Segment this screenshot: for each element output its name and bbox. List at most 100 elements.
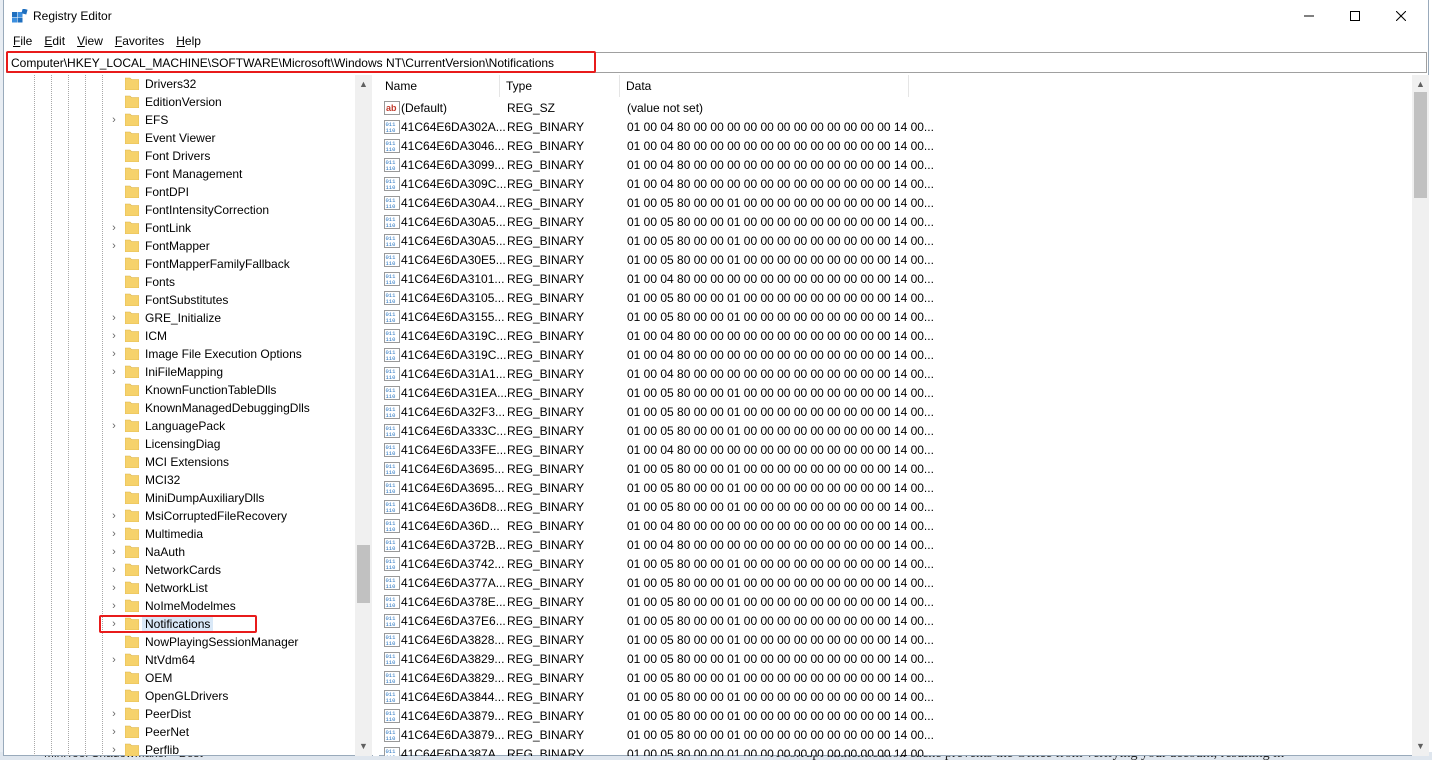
tree-item[interactable]: KnownFunctionTableDlls [4, 381, 354, 399]
tree-item[interactable]: FontMapperFamilyFallback [4, 255, 354, 273]
tree-item[interactable]: › NtVdm64 [4, 651, 354, 669]
chevron-right-icon[interactable]: › [108, 312, 120, 324]
chevron-right-icon[interactable]: › [108, 582, 120, 594]
value-row[interactable]: 011 110 41C64E6DA3105... REG_BINARY 01 00 05… [379, 289, 1409, 308]
chevron-right-icon[interactable]: › [108, 528, 120, 540]
tree-item[interactable]: › FontLink [4, 219, 354, 237]
column-data[interactable]: Data [620, 75, 909, 97]
value-row[interactable]: 011 110 41C64E6DA36D8... REG_BINARY 01 00 05… [379, 498, 1409, 517]
chevron-right-icon[interactable]: › [108, 564, 120, 576]
tree-item[interactable]: KnownManagedDebuggingDlls [4, 399, 354, 417]
menu-view[interactable]: View [72, 32, 110, 52]
tree-scroll-thumb[interactable] [357, 545, 370, 603]
value-row[interactable]: 011 110 41C64E6DA3829... REG_BINARY 01 00 05… [379, 669, 1409, 688]
menu-edit[interactable]: Edit [39, 32, 72, 52]
tree-item[interactable]: Font Drivers [4, 147, 354, 165]
tree-item[interactable]: EditionVersion [4, 93, 354, 111]
minimize-button[interactable] [1286, 0, 1332, 32]
chevron-right-icon[interactable]: › [108, 330, 120, 342]
chevron-right-icon[interactable]: › [108, 618, 120, 630]
chevron-right-icon[interactable]: › [108, 510, 120, 522]
menu-favorites[interactable]: Favorites [110, 32, 171, 52]
tree-item[interactable]: FontDPI [4, 183, 354, 201]
tree-item[interactable]: › NetworkCards [4, 561, 354, 579]
title-bar[interactable]: Registry Editor [4, 0, 1428, 32]
chevron-right-icon[interactable]: › [108, 114, 120, 126]
chevron-right-icon[interactable]: › [108, 366, 120, 378]
value-row[interactable]: 011 110 41C64E6DA3828... REG_BINARY 01 00 05… [379, 631, 1409, 650]
tree-item[interactable]: › EFS [4, 111, 354, 129]
value-row[interactable]: 011 110 41C64E6DA30A5... REG_BINARY 01 00 05… [379, 213, 1409, 232]
value-row[interactable]: 011 110 41C64E6DA33FE... REG_BINARY 01 00 04… [379, 441, 1409, 460]
value-row[interactable]: 011 110 41C64E6DA36D... REG_BINARY 01 00 04 … [379, 517, 1409, 536]
tree-item[interactable]: Fonts [4, 273, 354, 291]
chevron-right-icon[interactable]: › [108, 600, 120, 612]
value-row[interactable]: 011 110 41C64E6DA309C... REG_BINARY 01 00 04… [379, 175, 1409, 194]
value-row[interactable]: 011 110 41C64E6DA3155... REG_BINARY 01 00 05… [379, 308, 1409, 327]
value-row[interactable]: 011 110 41C64E6DA3829... REG_BINARY 01 00 05… [379, 650, 1409, 669]
scroll-down-arrow-icon[interactable]: ▼ [1412, 737, 1429, 754]
tree-item[interactable]: MiniDumpAuxiliaryDlls [4, 489, 354, 507]
address-bar[interactable]: Computer\HKEY_LOCAL_MACHINE\SOFTWARE\Mic… [6, 52, 1427, 73]
tree-item[interactable]: FontSubstitutes [4, 291, 354, 309]
value-row[interactable]: 011 110 41C64E6DA333C... REG_BINARY 01 00 05… [379, 422, 1409, 441]
maximize-button[interactable] [1332, 0, 1378, 32]
value-row[interactable]: 011 110 41C64E6DA3695... REG_BINARY 01 00 05… [379, 479, 1409, 498]
value-row[interactable]: 011 110 41C64E6DA31EA... REG_BINARY 01 00 05… [379, 384, 1409, 403]
scroll-up-arrow-icon[interactable]: ▲ [1412, 75, 1429, 92]
list-scrollbar[interactable]: ▲ ▼ [1412, 75, 1429, 756]
close-button[interactable] [1378, 0, 1424, 32]
value-row[interactable]: 011 110 41C64E6DA378E... REG_BINARY 01 00 05… [379, 593, 1409, 612]
value-row[interactable]: 011 110 41C64E6DA3101... REG_BINARY 01 00 04… [379, 270, 1409, 289]
list-scroll-thumb[interactable] [1414, 92, 1427, 198]
chevron-right-icon[interactable]: › [108, 240, 120, 252]
value-row[interactable]: 011 110 41C64E6DA3695... REG_BINARY 01 00 05… [379, 460, 1409, 479]
value-row[interactable]: 011 110 41C64E6DA32F3... REG_BINARY 01 00 05… [379, 403, 1409, 422]
value-row[interactable]: 011 110 41C64E6DA31A1... REG_BINARY 01 00 04… [379, 365, 1409, 384]
tree-item[interactable]: OpenGLDrivers [4, 687, 354, 705]
tree-item[interactable]: LicensingDiag [4, 435, 354, 453]
tree-item[interactable]: › ICM [4, 327, 354, 345]
chevron-right-icon[interactable]: › [108, 654, 120, 666]
tree-item[interactable]: MCI32 [4, 471, 354, 489]
value-row[interactable]: 011 110 41C64E6DA30E5... REG_BINARY 01 00 05… [379, 251, 1409, 270]
value-row[interactable]: 011 110 41C64E6DA319C... REG_BINARY 01 00 04… [379, 346, 1409, 365]
chevron-right-icon[interactable]: › [108, 708, 120, 720]
chevron-right-icon[interactable]: › [108, 348, 120, 360]
value-row[interactable]: 011 110 41C64E6DA3844... REG_BINARY 01 00 05… [379, 688, 1409, 707]
chevron-right-icon[interactable]: › [108, 726, 120, 738]
value-row[interactable]: ab (Default) REG_SZ (value not set) [379, 99, 1409, 118]
tree-item[interactable]: › PeerNet [4, 723, 354, 741]
tree-item[interactable]: MCI Extensions [4, 453, 354, 471]
tree-item[interactable]: › Image File Execution Options [4, 345, 354, 363]
value-row[interactable]: 011 110 41C64E6DA3742... REG_BINARY 01 00 05… [379, 555, 1409, 574]
chevron-right-icon[interactable]: › [108, 222, 120, 234]
column-type[interactable]: Type [500, 75, 620, 97]
tree-item[interactable]: OEM [4, 669, 354, 687]
tree-item[interactable]: › NoImeModelmes [4, 597, 354, 615]
value-row[interactable]: 011 110 41C64E6DA30A5... REG_BINARY 01 00 05… [379, 232, 1409, 251]
value-row[interactable]: 01111041C64E6DA387A...REG_BINARY 01 00 05… [379, 745, 1409, 756]
tree-item[interactable]: › IniFileMapping [4, 363, 354, 381]
tree-item[interactable]: Font Management [4, 165, 354, 183]
value-row[interactable]: 011 110 41C64E6DA3046... REG_BINARY 01 00 04… [379, 137, 1409, 156]
value-row[interactable]: 011 110 41C64E6DA3879... REG_BINARY 01 00 05… [379, 726, 1409, 745]
tree-item[interactable]: Drivers32 [4, 75, 354, 93]
tree-item[interactable]: › NetworkList [4, 579, 354, 597]
tree-item[interactable]: FontIntensityCorrection [4, 201, 354, 219]
address-path[interactable]: Computer\HKEY_LOCAL_MACHINE\SOFTWARE\Mic… [11, 56, 554, 70]
scroll-down-arrow-icon[interactable]: ▼ [355, 737, 372, 754]
column-name[interactable]: Name [379, 75, 500, 97]
chevron-right-icon[interactable]: › [108, 744, 120, 756]
chevron-right-icon[interactable]: › [108, 546, 120, 558]
tree-item[interactable]: › Perflib [4, 741, 354, 756]
chevron-right-icon[interactable]: › [108, 420, 120, 432]
scroll-up-arrow-icon[interactable]: ▲ [355, 75, 372, 92]
tree-item[interactable]: › MsiCorruptedFileRecovery [4, 507, 354, 525]
tree-item[interactable]: › FontMapper [4, 237, 354, 255]
tree-item[interactable]: › NaAuth [4, 543, 354, 561]
value-row[interactable]: 011 110 41C64E6DA377A... REG_BINARY 01 00 05… [379, 574, 1409, 593]
value-row[interactable]: 011 110 41C64E6DA37E6... REG_BINARY 01 00 05… [379, 612, 1409, 631]
tree-item[interactable]: › GRE_Initialize [4, 309, 354, 327]
tree-scrollbar[interactable]: ▲ ▼ [355, 75, 372, 756]
